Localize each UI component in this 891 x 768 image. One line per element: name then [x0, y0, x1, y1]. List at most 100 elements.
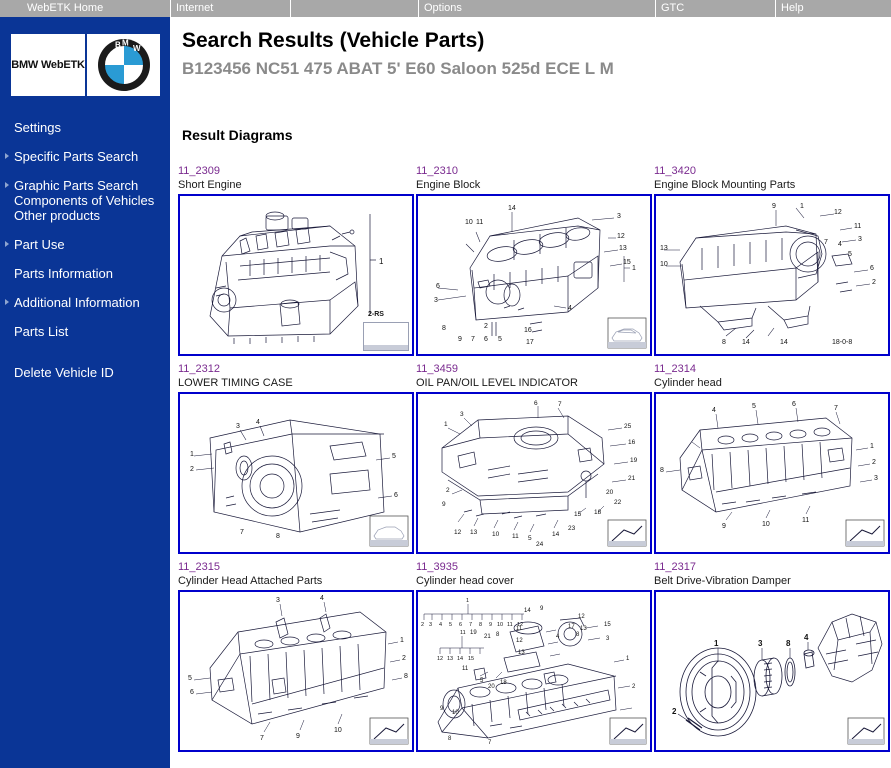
section-title: Result Diagrams	[182, 127, 293, 143]
svg-text:11: 11	[460, 630, 466, 636]
svg-text:12: 12	[516, 638, 523, 644]
sidebar-subitem-other-products[interactable]: Other products	[14, 208, 166, 223]
svg-text:2: 2	[421, 622, 424, 628]
diagram-name: Cylinder head cover	[416, 575, 514, 587]
sidebar-item-settings[interactable]: Settings	[0, 120, 170, 135]
svg-text:4: 4	[838, 241, 842, 248]
svg-text:12: 12	[437, 656, 443, 662]
diagram-thumbnail-cylinder-head-attached[interactable]: 3 4 1 2 8 5 6 7 9 10	[178, 590, 414, 752]
diagram-thumbnail-cylinder-head-cover[interactable]: 2345 6789 10 11 12 1 12 13 14 15 11 14 9…	[416, 590, 652, 752]
svg-text:2: 2	[402, 655, 406, 662]
svg-text:5: 5	[848, 251, 852, 258]
page-title: Search Results (Vehicle Parts)	[182, 29, 485, 52]
sidebar-item-specific-parts-search[interactable]: Specific Parts Search	[0, 149, 170, 164]
svg-text:4: 4	[804, 633, 809, 642]
svg-text:1: 1	[626, 656, 630, 662]
diagram-thumbnail-short-engine[interactable]: 1 2-RS	[178, 194, 414, 356]
diagram-card: 11_2310 Engine Block 14 10 11 3 12 13 15…	[416, 165, 652, 356]
svg-text:15: 15	[604, 622, 611, 628]
svg-text:14: 14	[508, 205, 516, 212]
sidebar-item-part-use[interactable]: Part Use	[0, 237, 170, 252]
brand-logo-box[interactable]: BMW WebETK B M W	[11, 34, 160, 96]
svg-text:19: 19	[470, 630, 477, 636]
diagram-row: 11_2309 Short Engine 1 2-RS 11_2310 Engi…	[178, 165, 891, 363]
diagram-name: Cylinder head	[654, 377, 722, 389]
tab-help[interactable]: Help	[775, 0, 891, 17]
svg-text:16: 16	[628, 439, 636, 446]
diagram-name: Engine Block	[416, 179, 481, 191]
svg-text:5: 5	[188, 675, 192, 682]
svg-text:3: 3	[617, 213, 621, 220]
svg-text:14: 14	[552, 531, 560, 538]
svg-text:3: 3	[429, 622, 432, 628]
sidebar-item-additional-information[interactable]: Additional Information	[0, 295, 170, 310]
tab-webetk-home[interactable]: WebETK Home	[0, 0, 170, 17]
svg-text:7: 7	[260, 735, 264, 742]
svg-text:7: 7	[824, 239, 828, 246]
diagram-thumbnail-engine-block-mounting[interactable]: 9 1 12 11 3 7 45 6 2 13 10 8 14 14 18-0-8	[654, 194, 890, 356]
svg-text:13: 13	[580, 626, 587, 632]
svg-text:1: 1	[632, 265, 636, 272]
svg-text:6: 6	[394, 492, 398, 499]
tab-options[interactable]: Options	[418, 0, 655, 17]
sidebar-item-label: Parts List	[14, 324, 69, 339]
tab-spacer-1[interactable]	[290, 0, 418, 17]
svg-text:15: 15	[574, 511, 582, 518]
svg-text:16: 16	[524, 327, 532, 334]
svg-text:10: 10	[492, 531, 500, 538]
diagram-id-link[interactable]: 11_2310	[416, 165, 652, 178]
svg-text:8: 8	[576, 632, 580, 638]
sidebar-item-graphic-parts-search[interactable]: Graphic Parts Search Components of Vehic…	[0, 178, 170, 223]
svg-text:14: 14	[457, 656, 463, 662]
diagram-id-link[interactable]: 11_2315	[178, 561, 414, 574]
diagram-id-link[interactable]: 11_2312	[178, 363, 414, 376]
diagram-id-link[interactable]: 11_2309	[178, 165, 414, 178]
diagram-thumbnail-cylinder-head[interactable]: 4 5 6 7 1 2 3 8 9 10 11	[654, 392, 890, 554]
svg-text:9: 9	[458, 336, 462, 343]
tab-internet[interactable]: Internet	[170, 0, 290, 17]
svg-text:10: 10	[465, 219, 473, 226]
svg-text:7: 7	[240, 529, 244, 536]
diagram-id-link[interactable]: 11_2314	[654, 363, 890, 376]
sidebar-item-parts-information[interactable]: Parts Information	[0, 266, 170, 281]
diagram-id-link[interactable]: 11_3420	[654, 165, 890, 178]
sidebar-subitem-components-of-vehicles[interactable]: Components of Vehicles	[14, 193, 166, 208]
sidebar-item-delete-vehicle-id[interactable]: Delete Vehicle ID	[0, 365, 170, 380]
tab-gtc[interactable]: GTC	[655, 0, 775, 17]
svg-text:9: 9	[442, 501, 446, 508]
svg-text:5: 5	[752, 403, 756, 410]
svg-text:18: 18	[500, 680, 507, 686]
diagram-thumbnail-engine-block[interactable]: 14 10 11 3 12 13 15 1 6 3 4 8 9 7 6 5 2 16 17	[416, 194, 652, 356]
svg-text:1: 1	[466, 598, 469, 604]
diagram-thumbnail-belt-drive-damper[interactable]: 1 3 8 4 2	[654, 590, 890, 752]
diagram-thumbnail-oil-pan[interactable]: 1367 25 16 19 21 29 12 13 10 11 5 14 15 18 20 22 …	[416, 392, 652, 554]
svg-text:8: 8	[722, 339, 726, 346]
svg-text:7: 7	[558, 401, 562, 408]
svg-text:6: 6	[870, 265, 874, 272]
svg-text:6: 6	[190, 689, 194, 696]
svg-text:8: 8	[660, 467, 664, 474]
diagram-card: 11_2312 LOWER TIMING CASE 1 2 3 4 5 6 7 …	[178, 363, 414, 554]
svg-text:18-0-8: 18-0-8	[832, 339, 852, 346]
tab-label: GTC	[661, 2, 685, 14]
diagram-id-link[interactable]: 11_2317	[654, 561, 890, 574]
diagram-id-link[interactable]: 11_3459	[416, 363, 652, 376]
svg-text:8: 8	[442, 325, 446, 332]
top-tab-bar: WebETK Home Internet Options GTC Help	[0, 0, 891, 17]
sidebar-item-label: Specific Parts Search	[14, 149, 139, 164]
svg-text:B: B	[115, 41, 121, 50]
sidebar-item-parts-list[interactable]: Parts List	[0, 324, 170, 339]
sidebar-item-label: Part Use	[14, 237, 65, 252]
svg-text:6: 6	[436, 283, 440, 290]
svg-text:1: 1	[870, 443, 874, 450]
svg-text:8: 8	[276, 533, 280, 540]
svg-text:11: 11	[854, 223, 861, 230]
diagram-thumbnail-lower-timing-case[interactable]: 1 2 3 4 5 6 7 8	[178, 392, 414, 554]
diagram-id-link[interactable]: 11_3935	[416, 561, 652, 574]
svg-text:2: 2	[190, 466, 194, 473]
diagram-card: 11_3420 Engine Block Mounting Parts 9 1 …	[654, 165, 890, 356]
svg-text:7: 7	[469, 622, 472, 628]
svg-text:9: 9	[772, 203, 776, 210]
svg-text:21: 21	[628, 475, 636, 482]
svg-text:20: 20	[606, 489, 614, 496]
